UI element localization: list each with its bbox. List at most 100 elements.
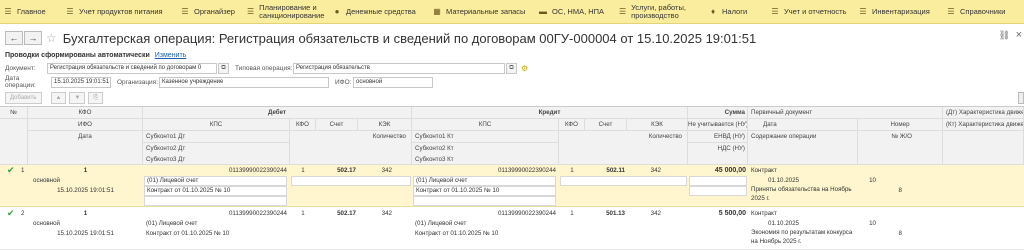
tax-icon: ♦ — [710, 6, 716, 16]
menu-item-directories[interactable]: ☰ Справочники — [943, 0, 1023, 24]
row-dt-sub2: Контракт от 01.10.2025 № 10 — [146, 230, 230, 237]
col-dt-kfo: КФО — [290, 119, 316, 131]
row-kt-qty[interactable] — [560, 176, 687, 186]
menu-item-food[interactable]: ☰ Учет продуктов питания — [62, 0, 177, 24]
col-kt-qty: Количество — [559, 131, 688, 165]
row-sum: 5 500,00 — [718, 210, 746, 217]
ifo-label: ИФО: — [335, 78, 352, 86]
menu-item-services[interactable]: ☰ Услуги, работы, производство — [615, 0, 705, 24]
ifo-field[interactable]: основной — [353, 76, 433, 88]
col-pd-content: Содержание операции — [748, 131, 858, 165]
document-field[interactable]: Регистрация обязательств и сведений по д… — [47, 62, 217, 74]
document-row: Документ: Регистрация обязательств и све… — [5, 62, 528, 74]
row-dt-kfo: 1 — [301, 167, 305, 174]
menu-item-fixed-assets[interactable]: ▬ ОС, НМА, НПА — [535, 0, 615, 24]
col-date: Дата — [28, 131, 143, 165]
row-kt-sub3[interactable] — [413, 196, 556, 206]
menu-item-main[interactable]: ☰ Главное — [0, 0, 62, 24]
row-dt-qty[interactable] — [291, 176, 411, 186]
menu-item-cash[interactable]: ● Денежные средства — [329, 0, 429, 24]
row-kt-kfo: 1 — [570, 210, 574, 217]
op-date-field[interactable]: 15.10.2025 19:01:51 — [51, 76, 111, 88]
col-num: № — [0, 107, 28, 119]
row-dt-sub1[interactable]: (01) Лицевой счет — [144, 176, 287, 186]
col-kt-kfo: КФО — [559, 119, 585, 131]
col-ifo: ИФО — [28, 119, 143, 131]
col-kfo: КФО — [28, 107, 143, 119]
col-sub1dt: Субконто1 Дт — [143, 131, 290, 143]
table-row[interactable]: ✔ 2 1 основной 15.10.2025 19:01:51 01139… — [0, 208, 1024, 250]
typical-op-label: Типовая операция: — [235, 64, 293, 72]
menu-icon: ☰ — [947, 6, 955, 16]
menu-icon: ☰ — [619, 6, 627, 16]
auto-postings-text: Проводки сформированы автоматически — [5, 52, 150, 59]
menu-icon: ☰ — [66, 6, 74, 16]
checkmark-icon: ✔ — [7, 208, 15, 218]
open-document-button[interactable]: ⧉ — [218, 62, 229, 74]
add-button[interactable]: Добавить — [5, 92, 42, 104]
typical-op-field[interactable]: Регистрация обязательств — [293, 62, 505, 74]
col-pd-date: Дата — [748, 119, 858, 131]
col-dt-qty: Количество — [290, 131, 412, 165]
menu-item-organizer[interactable]: ☰ Органайзер — [177, 0, 243, 24]
row-date: 15.10.2025 19:01:51 — [57, 230, 114, 237]
close-icon[interactable]: × — [1016, 29, 1022, 41]
postings-table: № КФО Дебет Кредит Сумма Первичный докум… — [0, 106, 1024, 251]
col-pd-number: Номер — [858, 119, 943, 131]
col-pd-jo: № Ж/О — [858, 131, 943, 165]
copy-button[interactable]: ⎘ — [88, 92, 104, 104]
col-dt-account: Счет — [316, 119, 358, 131]
truck-icon: ▬ — [539, 6, 547, 16]
row-kt-sub2[interactable]: Контракт от 01.10.2025 № 10 — [413, 186, 556, 196]
col-sub3kt: Субконто3 Кт — [412, 154, 559, 165]
col-sub3dt: Субконто3 Дт — [143, 154, 290, 165]
row-dt-sub3[interactable] — [144, 196, 287, 206]
back-button[interactable]: ← — [5, 31, 23, 45]
row-not-included[interactable] — [689, 176, 747, 186]
col-sub1kt: Субконто1 Кт — [412, 131, 559, 143]
row-kt-account: 502.11 — [606, 167, 625, 174]
col-kt-account: Счет — [585, 119, 627, 131]
menu-icon: ☰ — [181, 6, 189, 16]
link-icon[interactable]: ⛓ — [999, 30, 1010, 41]
row-kt-kps: 01139990022390244 — [497, 167, 556, 174]
menu-item-taxes[interactable]: ♦ Налоги — [705, 0, 767, 24]
row-dt-kfo: 1 — [301, 210, 305, 217]
col-not-included: Не учитывается (НУ) — [688, 119, 748, 131]
row-kt-kek: 342 — [650, 210, 661, 217]
forward-button[interactable]: → — [24, 31, 42, 45]
move-up-button[interactable]: ▲ — [50, 92, 67, 104]
change-link[interactable]: Изменить — [155, 52, 187, 59]
row-kt-sub1[interactable]: (01) Лицевой счет — [413, 176, 556, 186]
document-label: Документ: — [5, 64, 36, 72]
row-envd[interactable] — [689, 186, 747, 196]
row-dt-sub2[interactable]: Контракт от 01.10.2025 № 10 — [144, 186, 287, 196]
box-icon: ▦ — [433, 6, 441, 16]
table-row[interactable]: ✔ 1 1 основной 15.10.2025 19:01:51 01139… — [0, 165, 1024, 207]
row-kt-sub2: Контракт от 01.10.2025 № 10 — [415, 230, 499, 237]
menu-item-inventory[interactable]: ▦ Материальные запасы — [429, 0, 535, 24]
checkmark-icon: ✔ — [7, 165, 15, 175]
col-sum: Сумма — [688, 107, 748, 119]
coin-icon: ● — [334, 6, 340, 16]
open-typical-op-button[interactable]: ⧉ — [506, 62, 517, 74]
org-field[interactable]: Казенное учреждение — [159, 76, 329, 88]
move-down-button[interactable]: ▼ — [69, 92, 86, 104]
col-kt-kps: КПС — [412, 119, 559, 131]
menu-item-planning[interactable]: ☰ Планирование и санкционирование — [243, 0, 329, 24]
col-kt-kek: КЭК — [627, 119, 688, 131]
scroll-handle[interactable] — [1018, 92, 1024, 104]
col-envd: ЕНВД (НУ) — [688, 131, 748, 143]
title-row: ← → ☆ Бухгалтерская операция: Регистраци… — [0, 27, 1024, 49]
col-char-kt: (Кт) Характеристика движе — [943, 119, 1024, 131]
menu-item-stocktaking[interactable]: ☰ Инвентаризация — [855, 0, 943, 24]
favorite-star-icon[interactable]: ☆ — [46, 31, 57, 45]
menu-item-accounting[interactable]: ☰ Учет и отчетность — [767, 0, 855, 24]
col-dt-kps: КПС — [143, 119, 290, 131]
row-kt-account: 501.13 — [606, 210, 625, 217]
settings-gear-icon[interactable]: ⚙ — [521, 64, 528, 73]
col-char-dt: (Дт) Характеристика движе — [943, 107, 1024, 119]
col-primary-doc: Первичный документ — [748, 107, 943, 119]
row-dt-kps: 01139990022390244 — [228, 167, 287, 174]
main-menu-bar: ☰ Главное ☰ Учет продуктов питания ☰ Органа… — [0, 0, 1024, 24]
